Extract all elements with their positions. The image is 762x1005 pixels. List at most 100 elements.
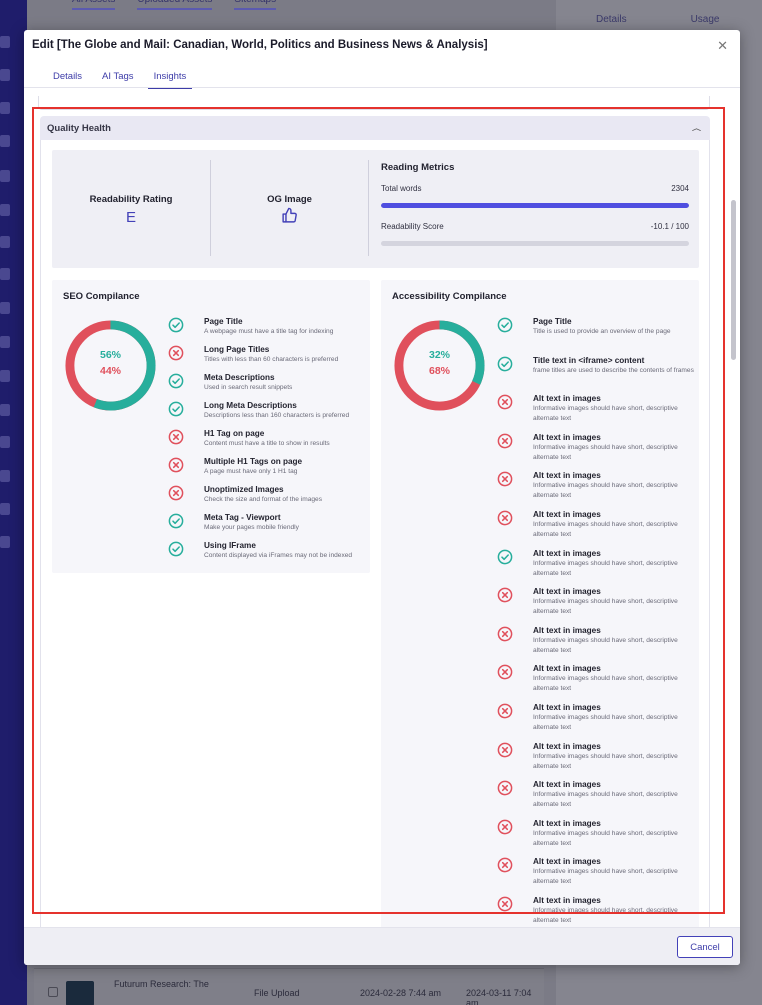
- checklist-item: Alt text in images Informative images sho…: [497, 510, 697, 549]
- close-icon[interactable]: ✕: [717, 39, 728, 52]
- checklist-item: Alt text in images Informative images sho…: [497, 742, 697, 781]
- checklist-item: Alt text in images Informative images sho…: [497, 780, 697, 819]
- x-circle-icon: [168, 429, 184, 445]
- checklist-item: Alt text in images Informative images sho…: [497, 433, 697, 472]
- x-circle-icon: [168, 345, 184, 361]
- check-circle-icon: [497, 317, 513, 333]
- checklist-item: Unoptimized Images Check the size and for…: [168, 485, 368, 513]
- tab-sitemaps[interactable]: Sitemaps: [234, 0, 277, 10]
- checklist-item-description: Informative images should have short, de…: [533, 636, 678, 654]
- checklist-item-title: Unoptimized Images: [204, 485, 284, 494]
- seo-compliance-panel: SEO Compilance 56% 44% Page Title A webpa…: [52, 280, 370, 573]
- checklist-item: Alt text in images Informative images sho…: [497, 896, 697, 928]
- checklist-item-title: Alt text in images: [533, 857, 601, 867]
- quality-health-header[interactable]: Quality Health ︿: [40, 116, 710, 140]
- gear-icon[interactable]: [0, 536, 10, 548]
- globe-icon[interactable]: [0, 268, 10, 280]
- checklist-item: Alt text in images Informative images sho…: [497, 664, 697, 703]
- checklist-item: Alt text in images Informative images sho…: [497, 471, 697, 510]
- checklist-item-description: Informative images should have short, de…: [533, 868, 678, 886]
- checklist-item-title: Alt text in images: [533, 548, 601, 558]
- accessibility-compliance-title: Accessibility Compilance: [392, 291, 507, 302]
- cancel-button[interactable]: Cancel: [677, 936, 733, 958]
- tools-icon[interactable]: [0, 170, 10, 182]
- user-icon[interactable]: [0, 470, 10, 482]
- tab-uploaded-assets[interactable]: Uploaded Assets: [137, 0, 213, 10]
- checklist-item-description: Titles with less than 60 characters is p…: [204, 356, 339, 363]
- checklist-item-description: frame titles are used to describe the co…: [533, 366, 694, 374]
- checklist-item-description: Informative images should have short, de…: [533, 405, 678, 423]
- image-icon[interactable]: [0, 236, 10, 248]
- grid-icon[interactable]: [0, 135, 10, 147]
- x-circle-icon: [497, 587, 513, 603]
- x-circle-icon: [168, 485, 184, 501]
- x-circle-icon: [497, 819, 513, 835]
- assets-icon[interactable]: [0, 69, 10, 81]
- checklist-item-title: Alt text in images: [533, 509, 601, 519]
- list-icon[interactable]: [0, 102, 10, 114]
- checklist-item-title: Alt text in images: [533, 780, 601, 790]
- doc-icon[interactable]: [0, 436, 10, 448]
- readability-score-label: Readability Score: [381, 222, 444, 231]
- asset-tabs: All Assets Uploaded Assets Sitemaps: [72, 0, 277, 10]
- x-circle-icon: [497, 780, 513, 796]
- asset-name: Futurum Research: The: [114, 979, 209, 989]
- checklist-item-description: Make your pages mobile friendly: [204, 524, 299, 531]
- modal-scrollbar[interactable]: [728, 200, 736, 930]
- check-circle-icon: [168, 541, 184, 557]
- edit-asset-modal: Edit [The Globe and Mail: Canadian, Worl…: [24, 30, 740, 965]
- checklist-item: Long Page Titles Titles with less than 60…: [168, 345, 368, 373]
- checklist-item: H1 Tag on page Content must have a title …: [168, 429, 368, 457]
- total-words-bar-fill: [381, 203, 689, 208]
- checklist-item-description: Informative images should have short, de…: [533, 752, 678, 770]
- scrollbar-thumb[interactable]: [731, 200, 736, 360]
- clock-icon[interactable]: [0, 302, 10, 314]
- home-icon[interactable]: [0, 36, 10, 48]
- x-circle-icon: [497, 896, 513, 912]
- seo-checklist: Page Title A webpage must have a title ta…: [168, 317, 368, 569]
- checklist-item-title: Alt text in images: [533, 818, 601, 828]
- check-circle-icon: [168, 373, 184, 389]
- checklist-item: Alt text in images Informative images sho…: [497, 626, 697, 665]
- total-words-row: Total words 2304: [381, 184, 689, 193]
- checklist-item-description: Informative images should have short, de…: [533, 598, 678, 616]
- checklist-item: Meta Descriptions Used in search result s…: [168, 373, 368, 401]
- og-image-card: OG Image: [210, 160, 368, 256]
- tab-details[interactable]: Details: [53, 66, 82, 89]
- checklist-item-description: A webpage must have a title tag for inde…: [204, 328, 334, 335]
- seo-fail-percent: 44%: [99, 365, 121, 377]
- table-row[interactable]: Futurum Research: The File Upload 2024-0…: [34, 968, 544, 1005]
- calendar-icon[interactable]: [0, 404, 10, 416]
- settings-icon[interactable]: [0, 370, 10, 382]
- folder-icon[interactable]: [0, 204, 10, 216]
- accessibility-compliance-panel: Accessibility Compilance 32% 68% Page Ti…: [381, 280, 699, 928]
- play-icon[interactable]: [0, 336, 10, 348]
- tab-ai-tags[interactable]: AI Tags: [102, 66, 134, 89]
- row-checkbox[interactable]: [48, 987, 58, 997]
- asset-modified: 2024-03-11 7:04 am: [466, 988, 532, 1005]
- checklist-item-description: Informative images should have short, de…: [533, 443, 678, 461]
- checklist-item: Title text in <iframe> content frame titl…: [497, 356, 697, 395]
- checklist-item: Alt text in images Informative images sho…: [497, 549, 697, 588]
- x-circle-icon: [497, 471, 513, 487]
- thumbs-up-icon: [281, 207, 298, 229]
- chevron-up-icon[interactable]: ︿: [692, 123, 701, 132]
- x-circle-icon: [497, 510, 513, 526]
- checklist-item-title: Alt text in images: [533, 702, 601, 712]
- og-image-label: OG Image: [267, 194, 312, 205]
- checklist-item-title: Multiple H1 Tags on page: [204, 457, 303, 466]
- checklist-item-title: Alt text in images: [533, 587, 601, 597]
- reading-metrics-card: Reading Metrics Total words 2304 Readabi…: [368, 160, 699, 256]
- seo-compliance-title: SEO Compilance: [63, 291, 140, 302]
- x-circle-icon: [497, 433, 513, 449]
- checklist-item-title: Using IFrame: [204, 541, 256, 550]
- tab-all-assets[interactable]: All Assets: [72, 0, 116, 10]
- chat-icon[interactable]: [0, 503, 10, 515]
- tab-insights[interactable]: Insights: [147, 66, 193, 89]
- checklist-item-title: Title text in <iframe> content: [533, 355, 645, 365]
- readability-grade: E: [125, 209, 136, 226]
- checklist-item-description: Informative images should have short, de…: [533, 520, 678, 538]
- checklist-item-title: Alt text in images: [533, 625, 601, 635]
- checklist-item-title: Alt text in images: [533, 741, 601, 751]
- asset-created: 2024-02-28 7:44 am: [360, 988, 442, 998]
